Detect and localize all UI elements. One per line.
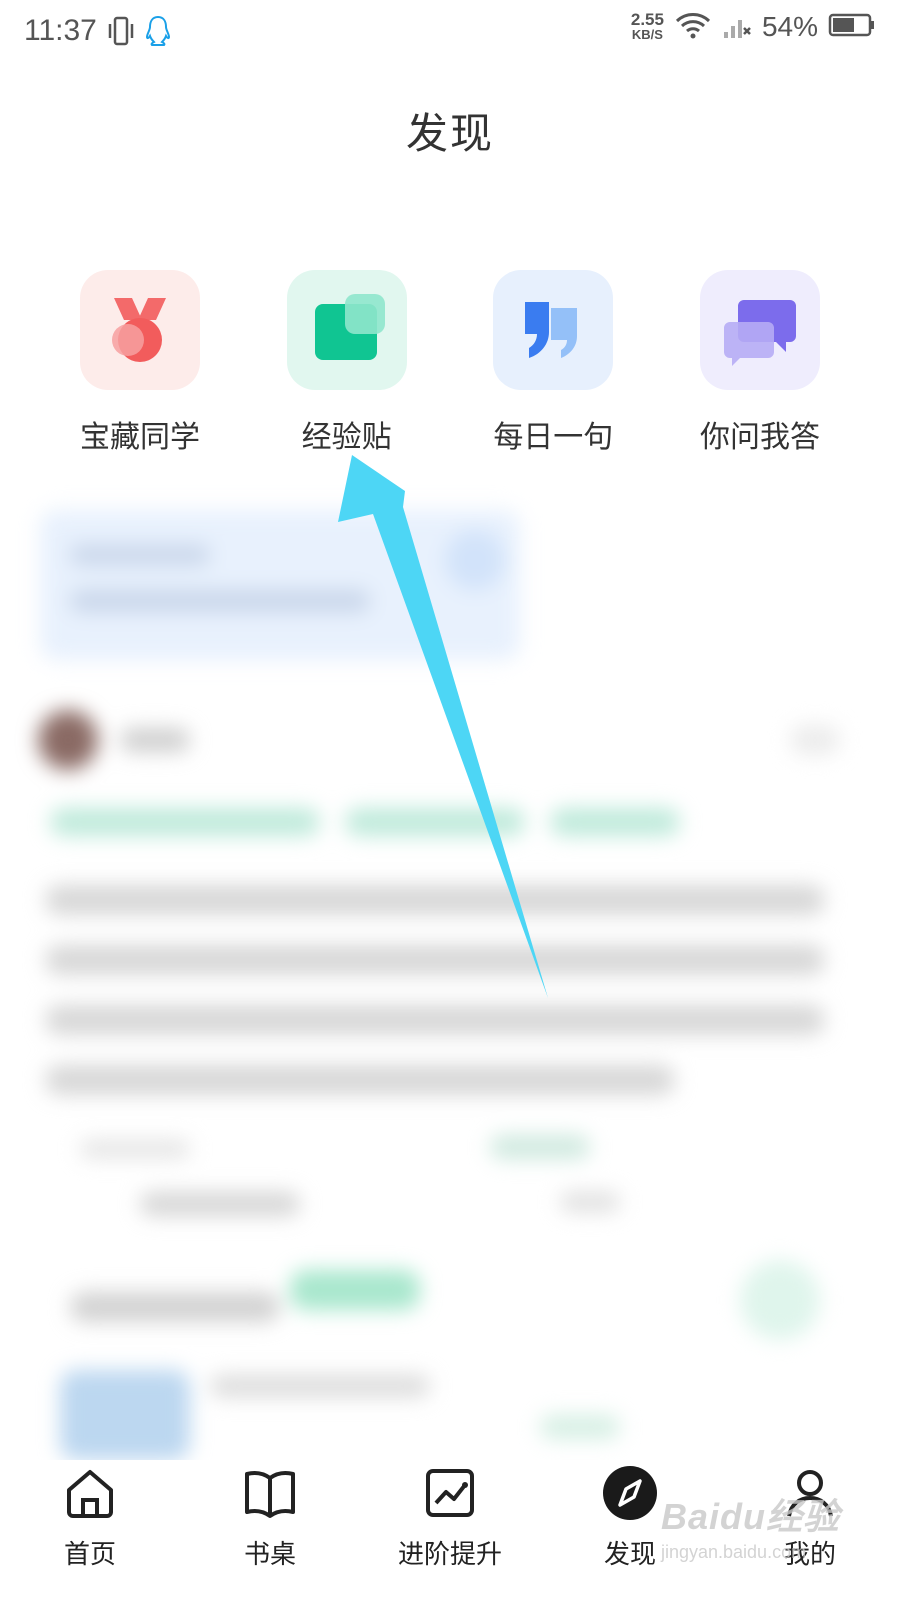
compass-icon	[599, 1462, 661, 1524]
qq-icon	[144, 14, 172, 52]
nav-label: 发现	[603, 1540, 656, 1570]
nav-home[interactable]: 首页	[5, 1462, 175, 1571]
blurred-feed	[0, 470, 900, 1460]
nav-label: 书桌	[243, 1540, 296, 1570]
wifi-icon	[674, 10, 712, 44]
nav-label: 进阶提升	[397, 1540, 502, 1570]
feature-row: 宝藏同学 经验贴 每日一句 你问我答	[40, 270, 860, 456]
net-speed: 2.55 KB/S	[630, 10, 664, 42]
baidu-watermark: Baidu经验 jingyan.baidu.com	[660, 1496, 840, 1562]
feature-label: 你问我答	[699, 420, 820, 455]
feature-daily-quote[interactable]: 每日一句	[453, 270, 653, 456]
feature-label: 每日一句	[493, 420, 614, 455]
home-icon	[59, 1462, 121, 1524]
status-bar: 11:37 2.55 KB/S 54%	[0, 0, 900, 64]
battery-percent: 54%	[761, 11, 818, 42]
nav-label: 首页	[63, 1540, 116, 1570]
feature-experience-post[interactable]: 经验贴	[247, 270, 447, 456]
experience-icon	[286, 270, 407, 390]
book-icon	[239, 1462, 301, 1524]
feature-label: 宝藏同学	[80, 420, 200, 455]
chat-bubbles-icon	[699, 270, 820, 390]
vibrate-icon	[108, 14, 134, 52]
nav-desk[interactable]: 书桌	[185, 1462, 355, 1571]
feature-treasure-classmate[interactable]: 宝藏同学	[40, 270, 240, 456]
medal-icon	[80, 270, 200, 390]
growth-chart-icon	[419, 1462, 481, 1524]
signal-icon	[722, 10, 752, 44]
blurred-avatar	[38, 710, 98, 770]
feature-qa[interactable]: 你问我答	[660, 270, 860, 456]
nav-advance[interactable]: 进阶提升	[365, 1462, 535, 1571]
feature-label: 经验贴	[301, 420, 392, 455]
blurred-banner	[40, 510, 520, 660]
quote-icon	[493, 270, 614, 390]
status-time: 11:37	[24, 14, 97, 47]
page-title: 发现	[405, 109, 494, 158]
battery-icon	[828, 12, 876, 42]
